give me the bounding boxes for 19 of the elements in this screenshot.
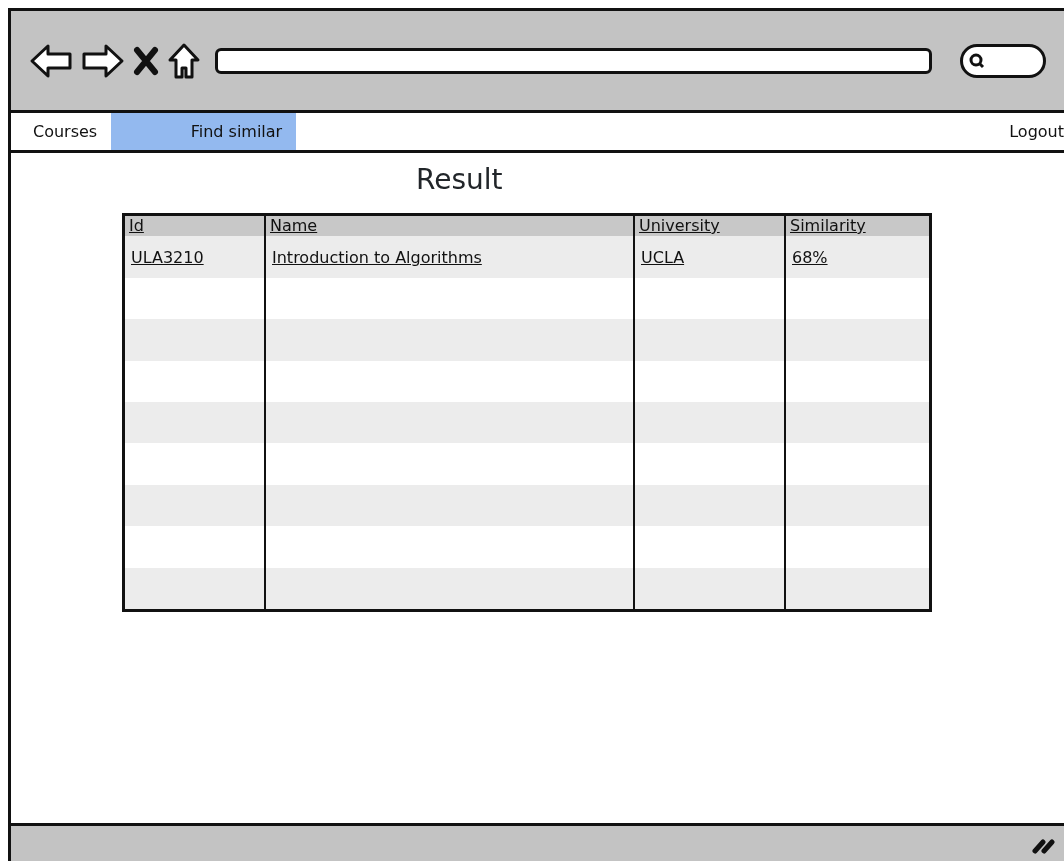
- column-header[interactable]: Name: [270, 216, 318, 236]
- search-icon: [969, 52, 985, 69]
- column-header[interactable]: Similarity: [790, 216, 866, 236]
- forward-icon[interactable]: [81, 42, 125, 79]
- table-link[interactable]: Introduction to Algorithms: [272, 238, 482, 271]
- nav-tab[interactable]: Find similar: [111, 113, 297, 150]
- home-icon[interactable]: [167, 41, 201, 80]
- page-title: Result: [415, 162, 504, 198]
- column-header[interactable]: University: [639, 216, 720, 236]
- logout-link[interactable]: Logout: [1009, 113, 1064, 150]
- column-header[interactable]: Id: [129, 216, 144, 236]
- table-link[interactable]: 68%: [792, 238, 828, 271]
- close-icon[interactable]: [133, 45, 159, 76]
- table-link[interactable]: ULA3210: [131, 238, 204, 271]
- search-field[interactable]: [960, 43, 1046, 78]
- nav-tab[interactable]: Courses: [11, 113, 112, 150]
- back-icon[interactable]: [29, 42, 73, 79]
- table-link[interactable]: UCLA: [641, 238, 685, 271]
- address-field[interactable]: [215, 47, 932, 74]
